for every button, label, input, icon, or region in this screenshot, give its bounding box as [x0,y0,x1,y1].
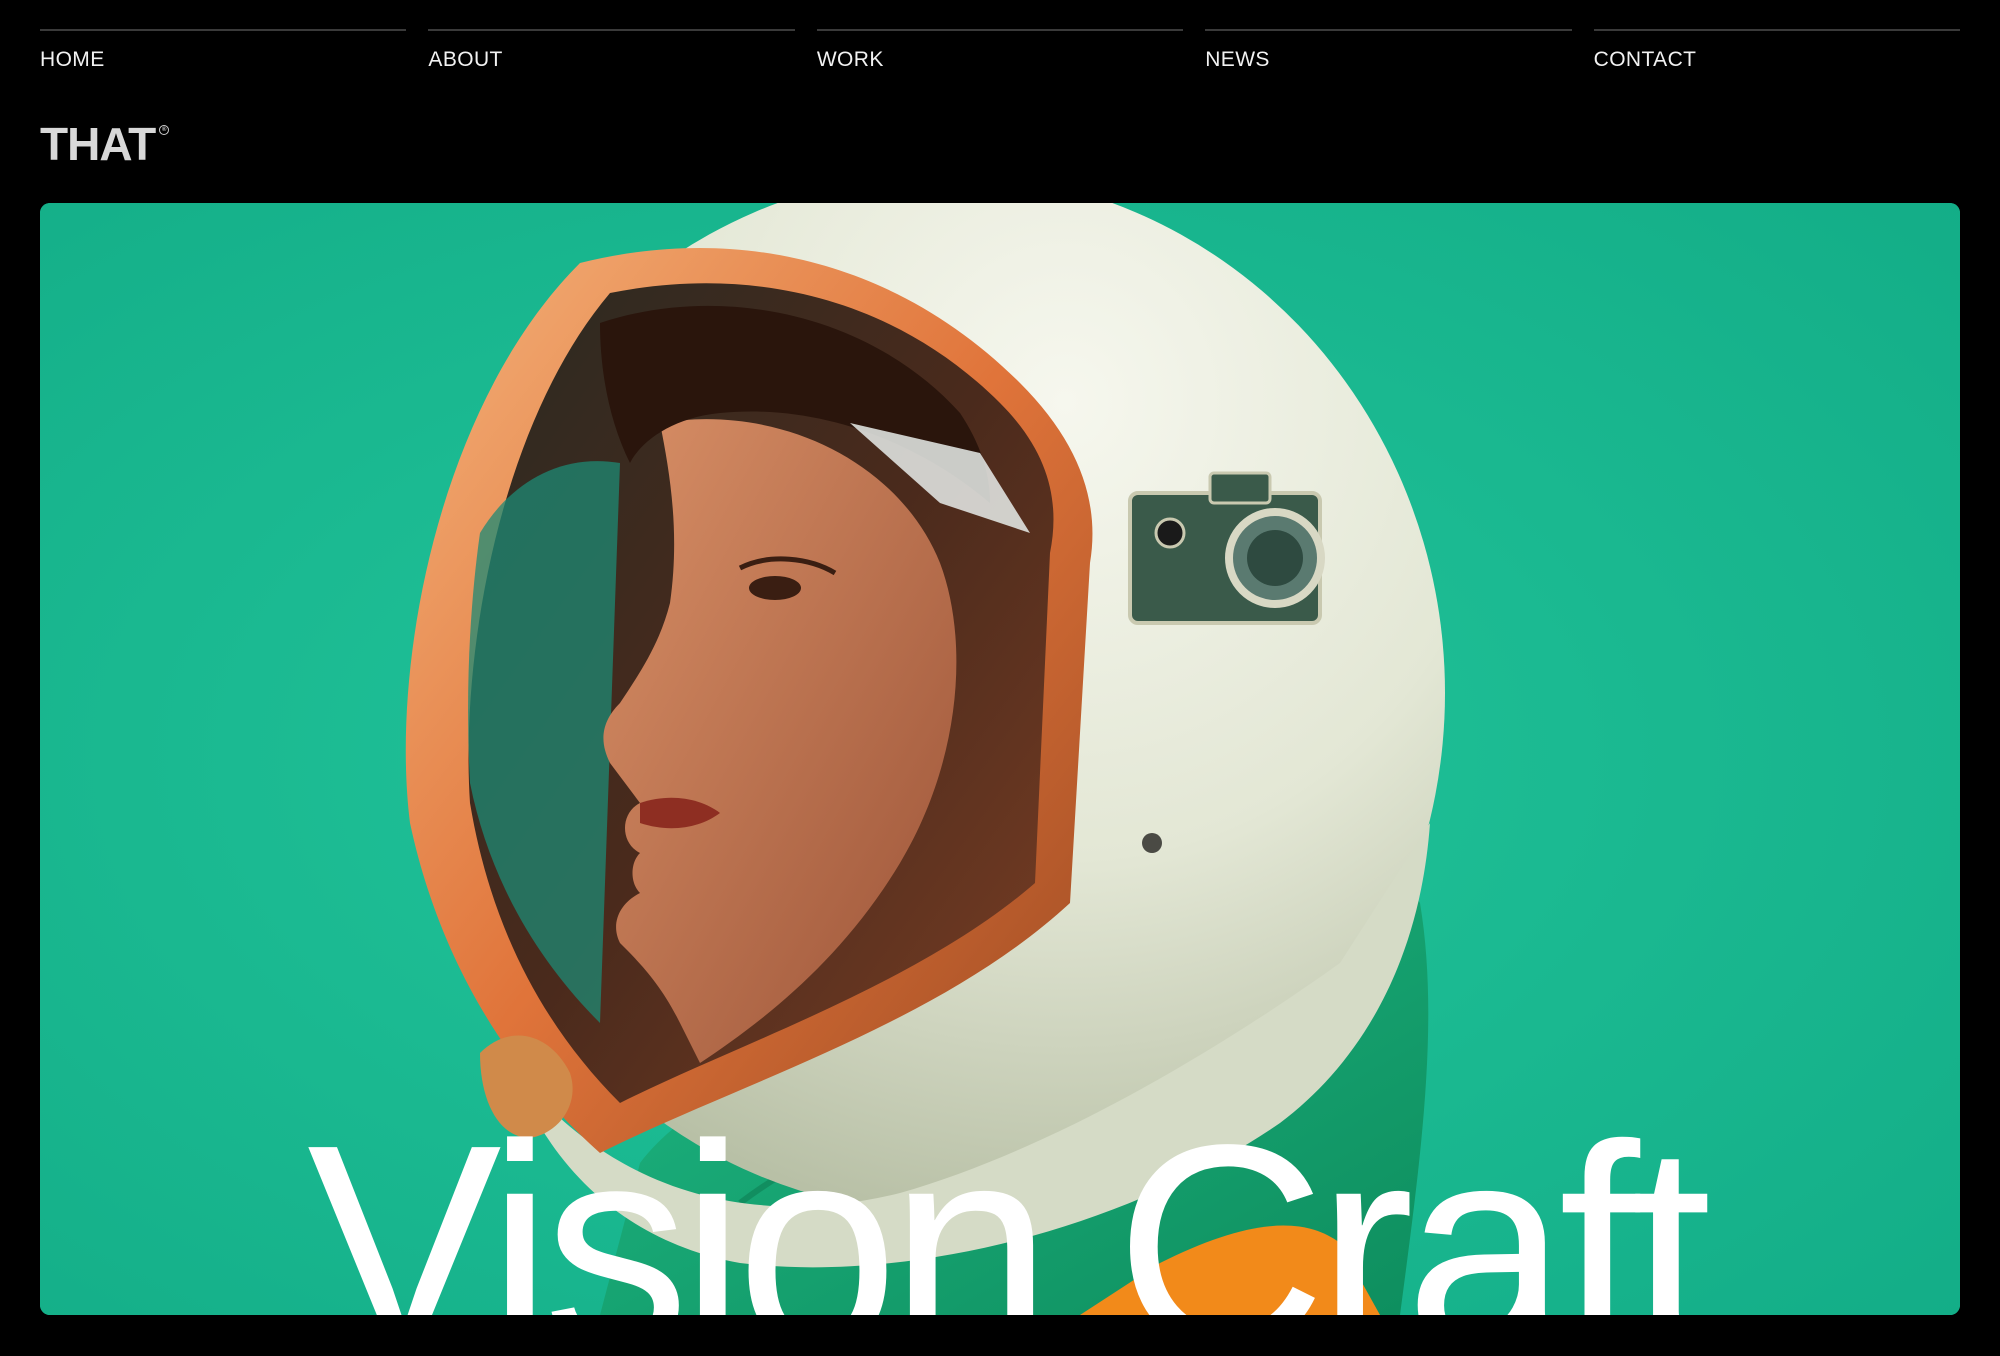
nav-home-link[interactable]: HOME [40,29,407,79]
main-nav: HOME ABOUT WORK NEWS CONTACT [40,29,1961,79]
hero-banner: Vision Craft [40,203,1960,1315]
nav-work-link[interactable]: WORK [816,29,1184,79]
brand-logo[interactable]: THAT ® [40,118,170,170]
nav-about-link[interactable]: ABOUT [428,29,795,79]
registered-mark-text: ® [162,127,167,133]
registered-trademark-icon: ® [159,125,170,135]
hero-title: Vision Craft [307,1084,1712,1315]
nav-contact-link[interactable]: CONTACT [1593,29,1961,79]
nav-news-link[interactable]: NEWS [1205,29,1572,79]
logo-wordmark: THAT [40,118,156,170]
page: HOME ABOUT WORK NEWS CONTACT THAT ® Visi… [0,0,2000,1356]
